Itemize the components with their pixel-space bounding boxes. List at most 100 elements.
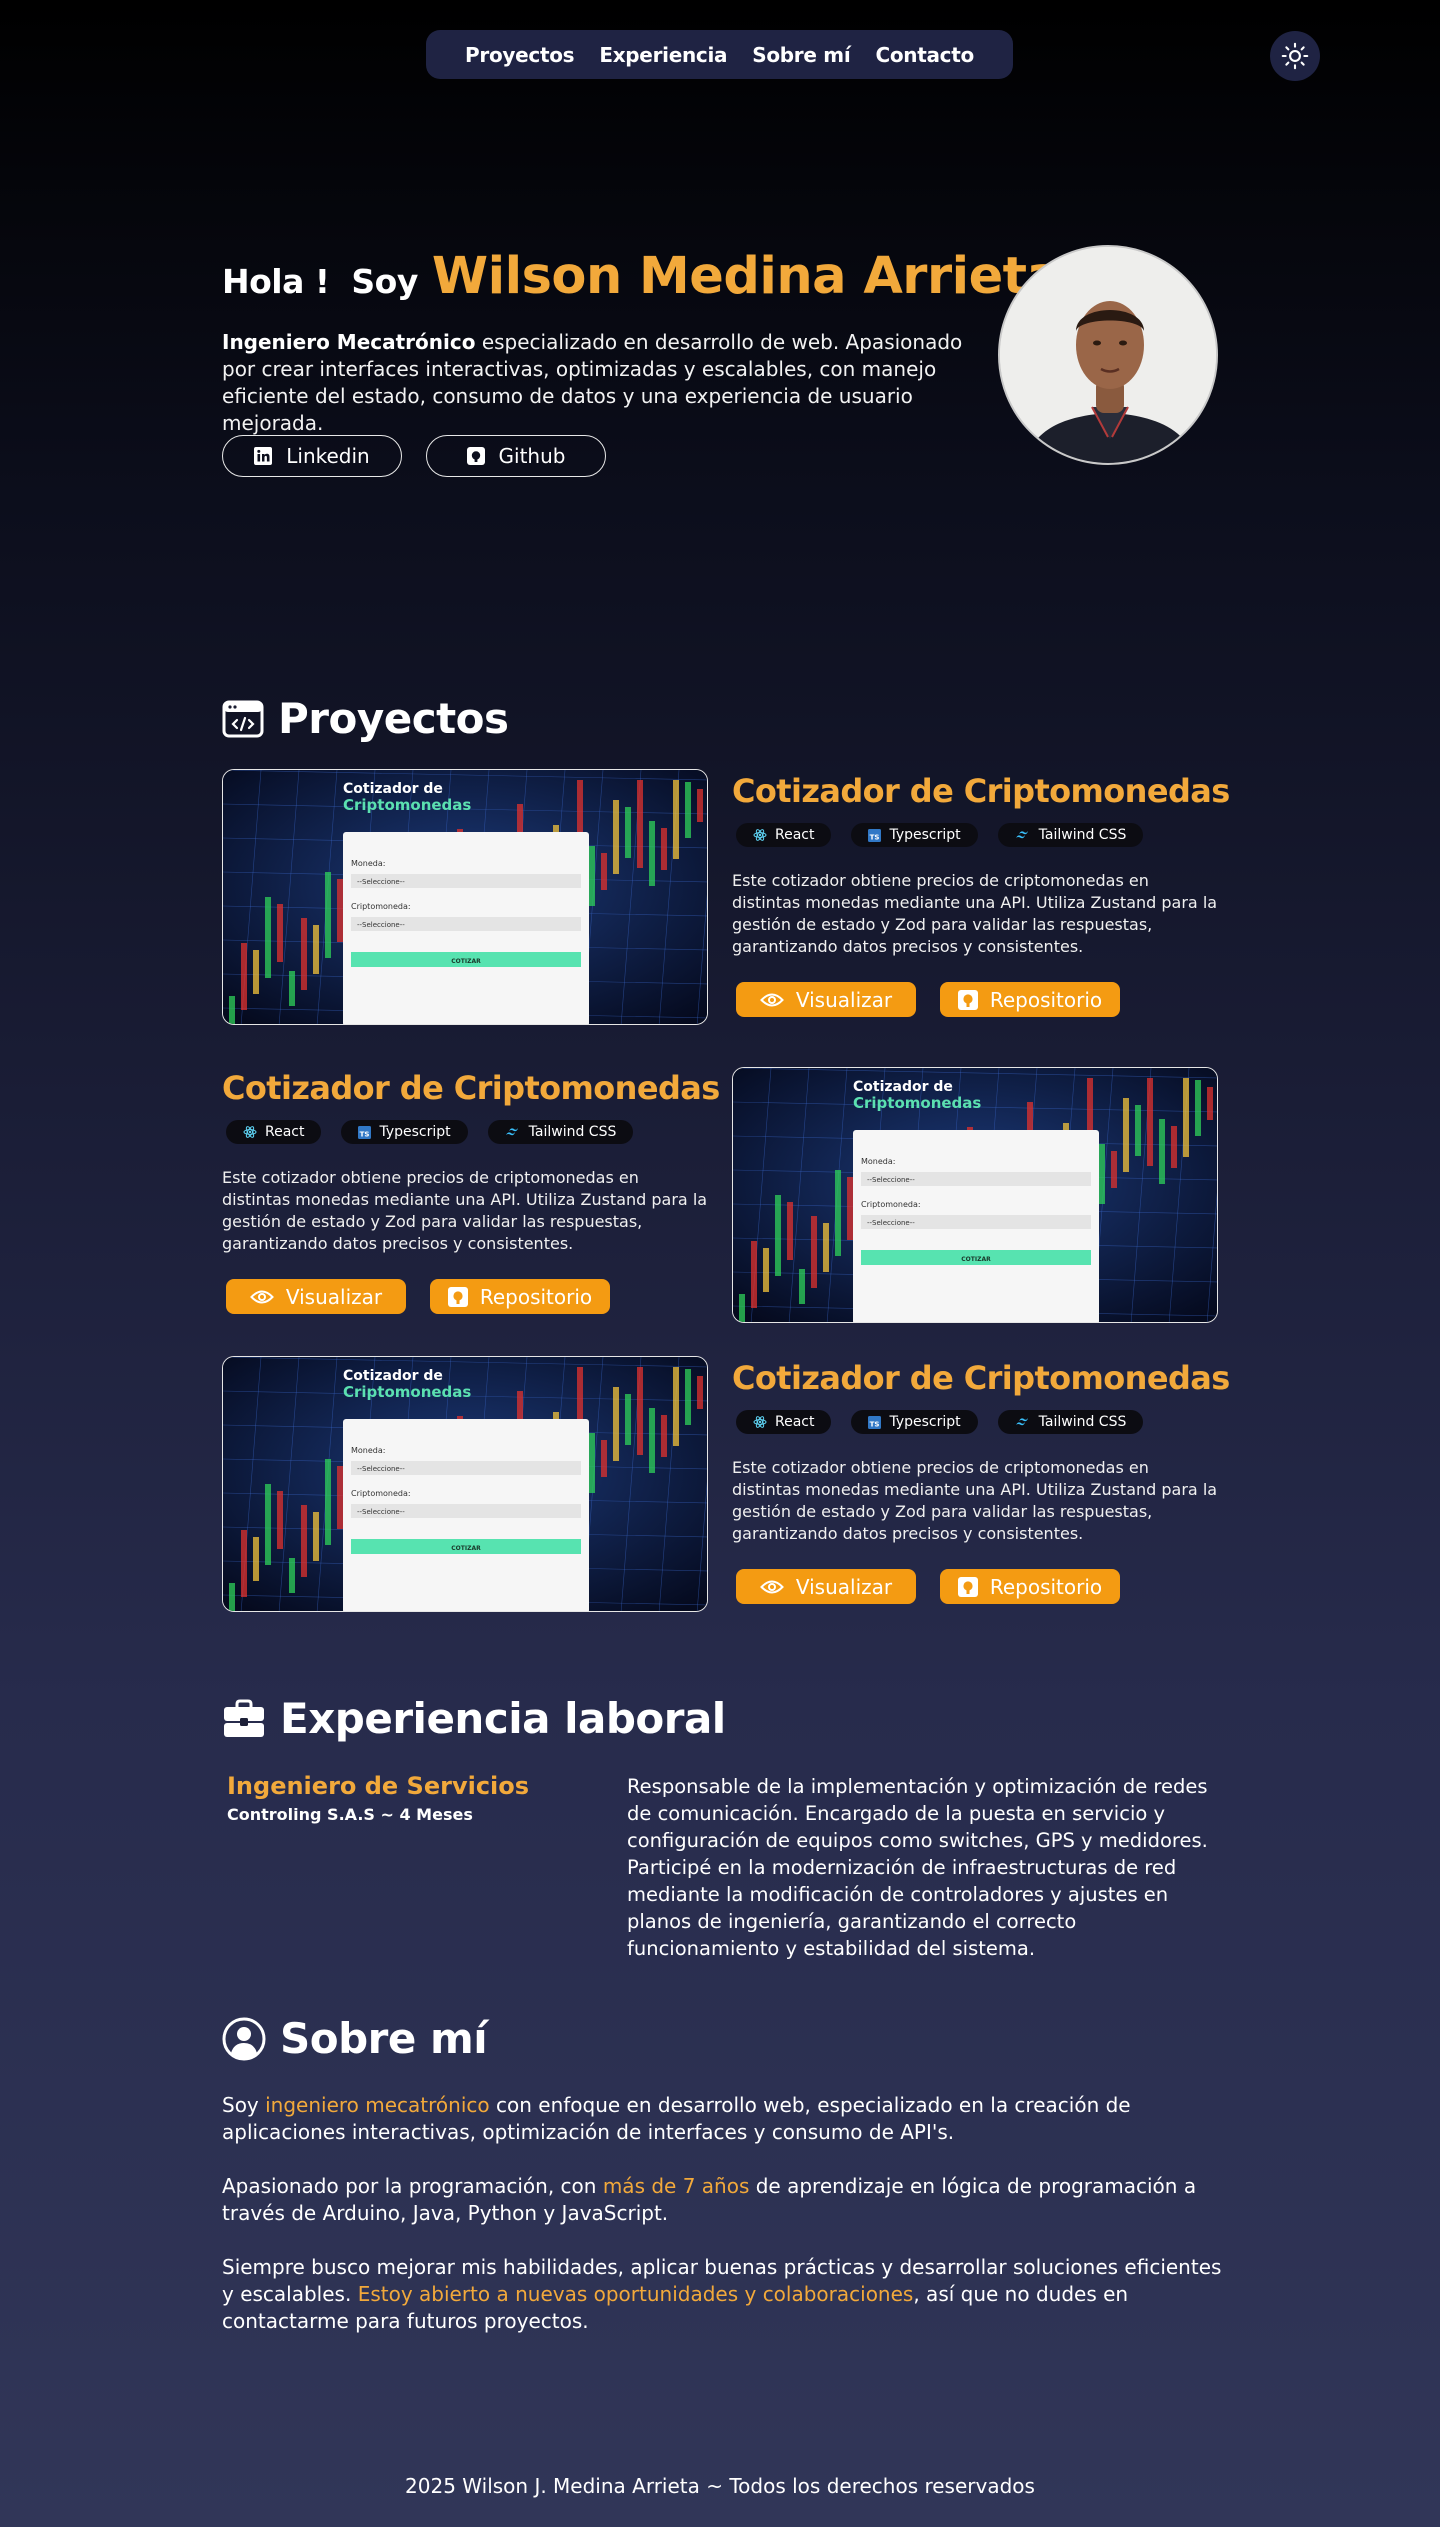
about-paragraph-2: Apasionado por la programación, con más … xyxy=(222,2174,1197,2225)
typescript-icon: TS xyxy=(358,1125,372,1139)
svg-text:Criptomonedas: Criptomonedas xyxy=(853,1094,981,1112)
project-2-info: Cotizador de Criptomonedas React TS Types… xyxy=(222,1069,720,1314)
theme-toggle-button[interactable] xyxy=(1270,31,1320,81)
eye-icon xyxy=(759,1580,784,1593)
linkedin-button[interactable]: Linkedin xyxy=(222,435,402,477)
experience-company: Controling S.A.S ~ 4 Meses xyxy=(227,1805,473,1824)
project-2-screenshot: Cotizador de Criptomonedas Moneda: --Selecc… xyxy=(732,1067,1218,1323)
project-1-repo-button[interactable]: Repositorio xyxy=(940,982,1120,1017)
hero-section: Hola ! Soy Wilson Medina Arrieta Ingenie… xyxy=(222,245,1218,485)
github-button[interactable]: Github xyxy=(426,435,606,477)
about-paragraph-1: Soy ingeniero mecatrónico con enfoque en… xyxy=(222,2093,1131,2144)
project-3-repo-button[interactable]: Repositorio xyxy=(940,1569,1120,1604)
tag-typescript: TS Typescript xyxy=(851,1410,978,1434)
nav-link-experiencia[interactable]: Experiencia xyxy=(599,43,727,67)
linkedin-label: Linkedin xyxy=(286,444,370,468)
tag-tailwind: Tailwind CSS xyxy=(487,1120,634,1144)
footer-text: 2025 Wilson J. Medina Arrieta ~ Todos lo… xyxy=(405,2474,1035,2498)
hero-greeting: Hola ! Soy xyxy=(222,262,418,301)
tag-tailwind: Tailwind CSS xyxy=(997,1410,1144,1434)
hero-name: Wilson Medina Arrieta xyxy=(431,247,1061,306)
user-circle-icon xyxy=(222,2017,266,2060)
project-2-title: Cotizador de Criptomonedas xyxy=(222,1069,720,1107)
svg-text:Criptomoneda:: Criptomoneda: xyxy=(351,902,411,911)
project-2-description: Este cotizador obtiene precios de cripto… xyxy=(222,1168,708,1253)
eye-icon xyxy=(759,993,784,1006)
project-3-description: Este cotizador obtiene precios de cripto… xyxy=(732,1458,1218,1543)
react-icon xyxy=(243,1126,257,1138)
svg-text:Cotizador de: Cotizador de xyxy=(343,1368,443,1384)
svg-text:--Seleccione--: --Seleccione-- xyxy=(867,1219,915,1227)
projects-title: Proyectos xyxy=(278,694,509,743)
about-text: Soy ingeniero mecatrónico con enfoque en… xyxy=(222,2092,1222,2362)
tag-typescript: TS Typescript xyxy=(851,823,978,847)
svg-text:--Seleccione--: --Seleccione-- xyxy=(357,878,405,886)
svg-text:Moneda:: Moneda: xyxy=(351,1446,385,1455)
react-icon xyxy=(753,1416,767,1428)
svg-text:Criptomoneda:: Criptomoneda: xyxy=(351,1489,411,1498)
project-1-screenshot: Cotizador de Criptomonedas Moneda: --Selecc… xyxy=(222,769,708,1025)
svg-text:TS: TS xyxy=(870,833,880,841)
svg-text:Cotizador de: Cotizador de xyxy=(343,781,443,797)
projects-heading: Proyectos xyxy=(222,694,509,743)
typescript-icon: TS xyxy=(868,828,882,842)
nav-link-contacto[interactable]: Contacto xyxy=(875,43,974,67)
react-icon xyxy=(753,829,767,841)
experience-role: Ingeniero de Servicios xyxy=(227,1772,530,1800)
hero-description: Ingeniero Mecatrónico especializado en d… xyxy=(222,330,963,435)
github-icon xyxy=(957,989,978,1010)
experience-description: Responsable de la implementación y optim… xyxy=(627,1775,1208,1960)
profile-photo xyxy=(998,245,1218,465)
nav-link-proyectos[interactable]: Proyectos xyxy=(465,43,575,67)
about-title: Sobre mí xyxy=(280,2014,488,2063)
tag-typescript: TS Typescript xyxy=(341,1120,468,1144)
sun-icon xyxy=(1281,42,1309,70)
tag-react: React xyxy=(736,823,832,847)
github-icon xyxy=(447,1286,468,1307)
linkedin-icon xyxy=(254,447,273,465)
svg-text:Cotizador de: Cotizador de xyxy=(853,1079,953,1095)
svg-text:--Seleccione--: --Seleccione-- xyxy=(357,921,405,929)
about-paragraph-3: Siempre busco mejorar mis habilidades, a… xyxy=(222,2255,1222,2333)
project-3-screenshot: Cotizador de Criptomonedas Moneda: --Selecc… xyxy=(222,1356,708,1612)
svg-text:--Seleccione--: --Seleccione-- xyxy=(357,1465,405,1473)
github-icon xyxy=(957,1576,978,1597)
project-1-description: Este cotizador obtiene precios de cripto… xyxy=(732,871,1218,956)
nav-link-sobre-mi[interactable]: Sobre mí xyxy=(752,43,850,67)
eye-icon xyxy=(249,1290,274,1303)
briefcase-icon xyxy=(224,1699,264,1737)
svg-text:COTIZAR: COTIZAR xyxy=(451,1545,481,1552)
svg-text:COTIZAR: COTIZAR xyxy=(961,1256,991,1263)
project-1-view-button[interactable]: Visualizar xyxy=(736,982,916,1017)
tag-react: React xyxy=(226,1120,322,1144)
typescript-icon: TS xyxy=(868,1415,882,1429)
tailwind-icon xyxy=(1015,1418,1028,1426)
project-2-view-button[interactable]: Visualizar xyxy=(226,1279,406,1314)
svg-text:TS: TS xyxy=(360,1130,370,1138)
svg-text:TS: TS xyxy=(870,1420,880,1428)
project-3-view-button[interactable]: Visualizar xyxy=(736,1569,916,1604)
svg-text:Criptomonedas: Criptomonedas xyxy=(343,1383,471,1401)
svg-text:--Seleccione--: --Seleccione-- xyxy=(867,1176,915,1184)
svg-text:COTIZAR: COTIZAR xyxy=(451,958,481,965)
project-2-repo-button[interactable]: Repositorio xyxy=(430,1279,610,1314)
tag-tailwind: Tailwind CSS xyxy=(997,823,1144,847)
svg-text:--Seleccione--: --Seleccione-- xyxy=(357,1508,405,1516)
hero-title: Hola ! Soy Wilson Medina Arrieta xyxy=(222,247,1061,306)
github-icon xyxy=(466,447,485,465)
project-3-info: Cotizador de Criptomonedas React TS Types… xyxy=(732,1359,1230,1604)
about-heading: Sobre mí xyxy=(222,2014,488,2063)
tailwind-icon xyxy=(505,1128,518,1136)
top-nav: Proyectos Experiencia Sobre mí Contacto xyxy=(426,30,1013,79)
experience-title: Experiencia laboral xyxy=(280,1694,726,1743)
svg-text:Criptomoneda:: Criptomoneda: xyxy=(861,1200,921,1209)
code-window-icon xyxy=(222,700,264,737)
project-3-title: Cotizador de Criptomonedas xyxy=(732,1359,1230,1397)
svg-text:Criptomonedas: Criptomonedas xyxy=(343,796,471,814)
tag-react: React xyxy=(736,1410,832,1434)
svg-text:Moneda:: Moneda: xyxy=(861,1157,895,1166)
project-1-info: Cotizador de Criptomonedas React TS Types… xyxy=(732,772,1230,1017)
github-label: Github xyxy=(498,444,566,468)
tailwind-icon xyxy=(1015,831,1028,839)
project-1-title: Cotizador de Criptomonedas xyxy=(732,772,1230,810)
